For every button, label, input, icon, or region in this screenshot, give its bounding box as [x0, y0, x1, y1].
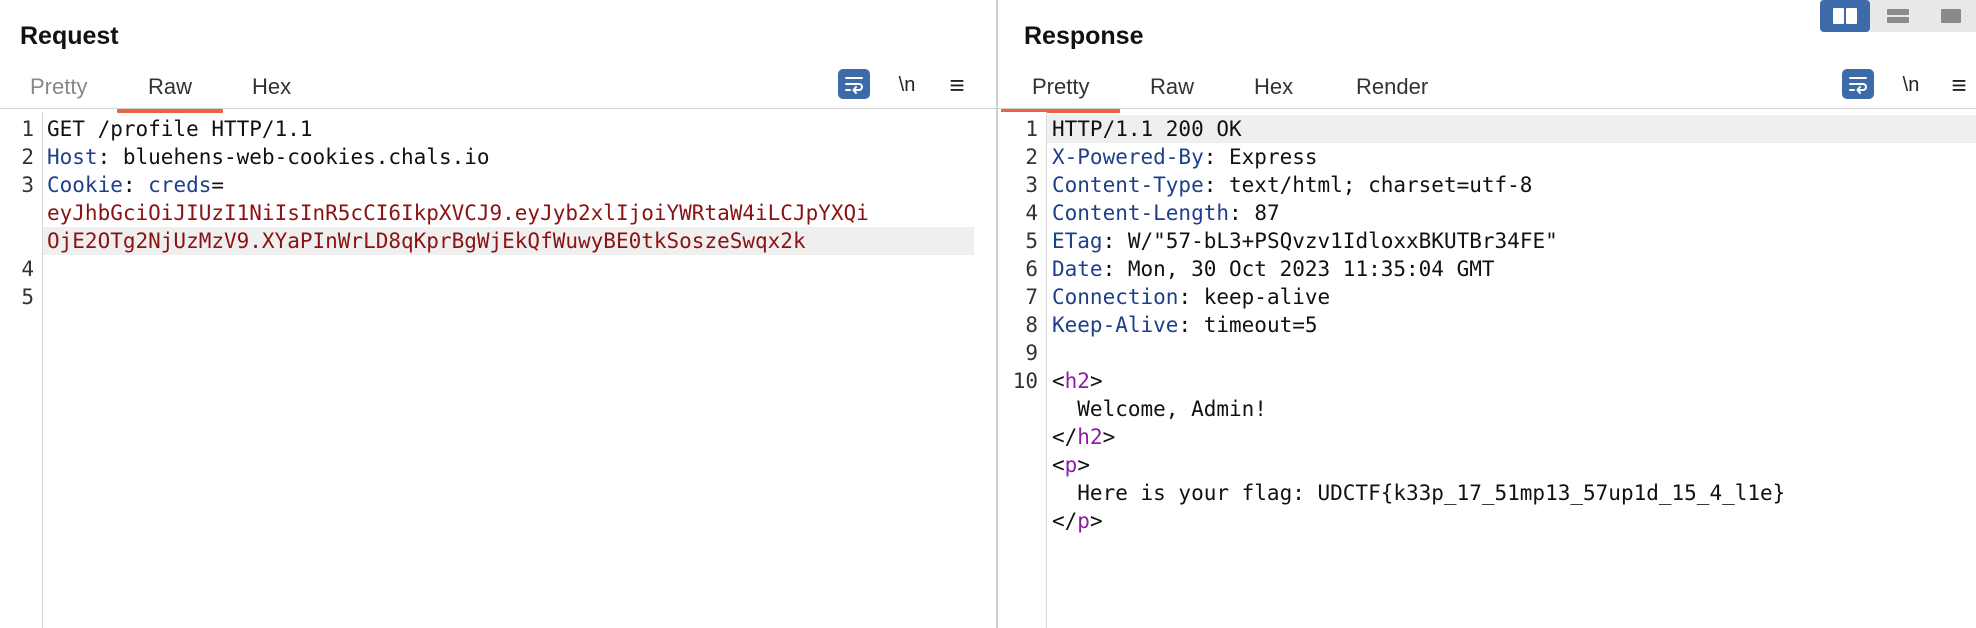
- response-tab-hex[interactable]: Hex: [1254, 74, 1293, 100]
- html-tag: p: [1077, 509, 1090, 533]
- response-editor[interactable]: 1 2 3 4 5 6 7 8 9 10 HTTP/1.1 200 OK X-P…: [998, 112, 1976, 628]
- header-value: keep-alive: [1191, 285, 1331, 309]
- wrap-lines-icon: [1849, 77, 1867, 94]
- html-open-h2: <h2>: [1052, 369, 1103, 393]
- header-key: Content-Length: [1052, 201, 1230, 225]
- response-tabs: Pretty Raw Hex Render: [998, 68, 1976, 113]
- html-open-p: <p>: [1052, 453, 1090, 477]
- wrap-lines-icon: [845, 77, 863, 94]
- html-tag: p: [1064, 453, 1078, 477]
- line-number: 1: [1025, 117, 1038, 141]
- header-value: text/html; charset=utf-8: [1216, 173, 1533, 197]
- request-tab-raw[interactable]: Raw: [116, 74, 224, 113]
- layout-side-by-side-icon: [1833, 8, 1857, 24]
- line-number: 3: [21, 173, 34, 197]
- line-number: 4: [21, 257, 34, 281]
- cookie-value: eyJhbGciOiJIUzI1NiIsInR5cCI6IkpXVCJ9.eyJ…: [47, 201, 869, 225]
- html-tag: h2: [1077, 425, 1103, 449]
- request-tab-hex[interactable]: Hex: [252, 74, 291, 100]
- line-number: 6: [1025, 257, 1038, 281]
- line-number: 5: [1025, 229, 1038, 253]
- line-number: 4: [1025, 201, 1038, 225]
- response-header-line: Connection: keep-alive: [1052, 285, 1331, 309]
- wrap-lines-button[interactable]: [838, 69, 870, 99]
- request-line: Cookie: creds=: [47, 173, 225, 197]
- header-key: X-Powered-By: [1052, 145, 1204, 169]
- cookie-value: OjE2OTg2NjUzMzV9.XYaPInWrLD8qKprBgWjEkQf…: [47, 229, 806, 253]
- line-number: 1: [21, 117, 34, 141]
- header-value: bluehens-web-cookies.chals.io: [110, 145, 490, 169]
- line-number: 5: [21, 285, 34, 309]
- header-key: Host: [47, 145, 98, 169]
- hamburger-menu-icon: ≡: [949, 70, 965, 100]
- response-header-line: Content-Type: text/html; charset=utf-8: [1052, 173, 1533, 197]
- header-value: Mon, 30 Oct 2023 11:35:04 GMT: [1115, 257, 1495, 281]
- response-header-line: Date: Mon, 30 Oct 2023 11:35:04 GMT: [1052, 257, 1495, 281]
- show-newlines-button[interactable]: \n: [892, 70, 922, 100]
- html-close-p: </p>: [1052, 509, 1103, 533]
- html-close-h2: </h2>: [1052, 425, 1116, 449]
- response-title: Response: [1024, 22, 1144, 50]
- request-pane: Request Pretty Raw Hex \n ≡ 1 2 3 4 5 GE…: [0, 0, 996, 628]
- line-number: 3: [1025, 173, 1038, 197]
- layout-stacked-icon: [1887, 9, 1909, 23]
- response-header-line: Content-Length: 87: [1052, 201, 1280, 225]
- header-key: Cookie: [47, 173, 123, 197]
- header-key: ETag: [1052, 229, 1103, 253]
- line-number: 10: [1012, 369, 1038, 393]
- header-key: Keep-Alive: [1052, 313, 1179, 337]
- header-value: Express: [1216, 145, 1318, 169]
- response-header-line: ETag: W/"57-bL3+PSQvzv1IdloxxBKUTBr34FE": [1052, 229, 1558, 253]
- cookie-name: creds: [148, 173, 212, 197]
- header-key: Connection: [1052, 285, 1179, 309]
- request-line-continued: eyJhbGciOiJIUzI1NiIsInR5cCI6IkpXVCJ9.eyJ…: [47, 199, 976, 227]
- request-editor[interactable]: 1 2 3 4 5 GET /profile HTTP/1.1 Host: bl…: [0, 112, 996, 628]
- request-line-continued: OjE2OTg2NjUzMzV9.XYaPInWrLD8qKprBgWjEkQf…: [43, 227, 974, 255]
- header-key: Date: [1052, 257, 1103, 281]
- response-menu-button[interactable]: ≡: [1946, 70, 1972, 100]
- line-number: 2: [1025, 145, 1038, 169]
- header-key: Content-Type: [1052, 173, 1204, 197]
- http-message-viewer: Request Pretty Raw Hex \n ≡ 1 2 3 4 5 GE…: [0, 0, 1976, 628]
- hamburger-menu-icon: ≡: [1951, 70, 1967, 100]
- layout-stacked-button[interactable]: [1873, 0, 1923, 32]
- html-flag-text: Here is your flag: UDCTF{k33p_17_51mp13_…: [1052, 481, 1786, 505]
- request-line: Host: bluehens-web-cookies.chals.io: [47, 145, 490, 169]
- response-tab-raw[interactable]: Raw: [1150, 74, 1194, 100]
- line-number: 2: [21, 145, 34, 169]
- response-status-line: HTTP/1.1 200 OK: [1047, 115, 1976, 143]
- request-title: Request: [20, 22, 119, 50]
- layout-toggle-group: [1820, 0, 1976, 32]
- line-number: 7: [1025, 285, 1038, 309]
- show-newlines-button[interactable]: \n: [1896, 70, 1926, 100]
- request-menu-button[interactable]: ≡: [944, 70, 970, 100]
- response-tab-pretty[interactable]: Pretty: [1000, 74, 1122, 113]
- html-tag: h2: [1064, 369, 1090, 393]
- header-value: timeout=5: [1191, 313, 1318, 337]
- request-line: GET /profile HTTP/1.1: [47, 117, 313, 141]
- response-header-line: Keep-Alive: timeout=5: [1052, 313, 1318, 337]
- layout-single-button[interactable]: [1926, 0, 1976, 32]
- header-value: 87: [1241, 201, 1280, 225]
- wrap-lines-button[interactable]: [1842, 69, 1874, 99]
- line-number: 9: [1025, 341, 1038, 365]
- layout-side-by-side-button[interactable]: [1820, 0, 1870, 32]
- response-pane: Response Pretty Raw Hex Render \n ≡ 1 2 …: [998, 0, 1976, 628]
- response-line-gutter: 1 2 3 4 5 6 7 8 9 10: [998, 112, 1047, 628]
- header-value: W/"57-bL3+PSQvzv1IdloxxBKUTBr34FE": [1115, 229, 1558, 253]
- request-line-gutter: 1 2 3 4 5: [0, 112, 43, 628]
- html-text: Welcome, Admin!: [1052, 397, 1267, 421]
- response-tab-render[interactable]: Render: [1356, 74, 1428, 100]
- line-number: 8: [1025, 313, 1038, 337]
- layout-single-icon: [1941, 9, 1961, 23]
- response-header-line: X-Powered-By: Express: [1052, 145, 1318, 169]
- request-tab-pretty[interactable]: Pretty: [30, 74, 87, 100]
